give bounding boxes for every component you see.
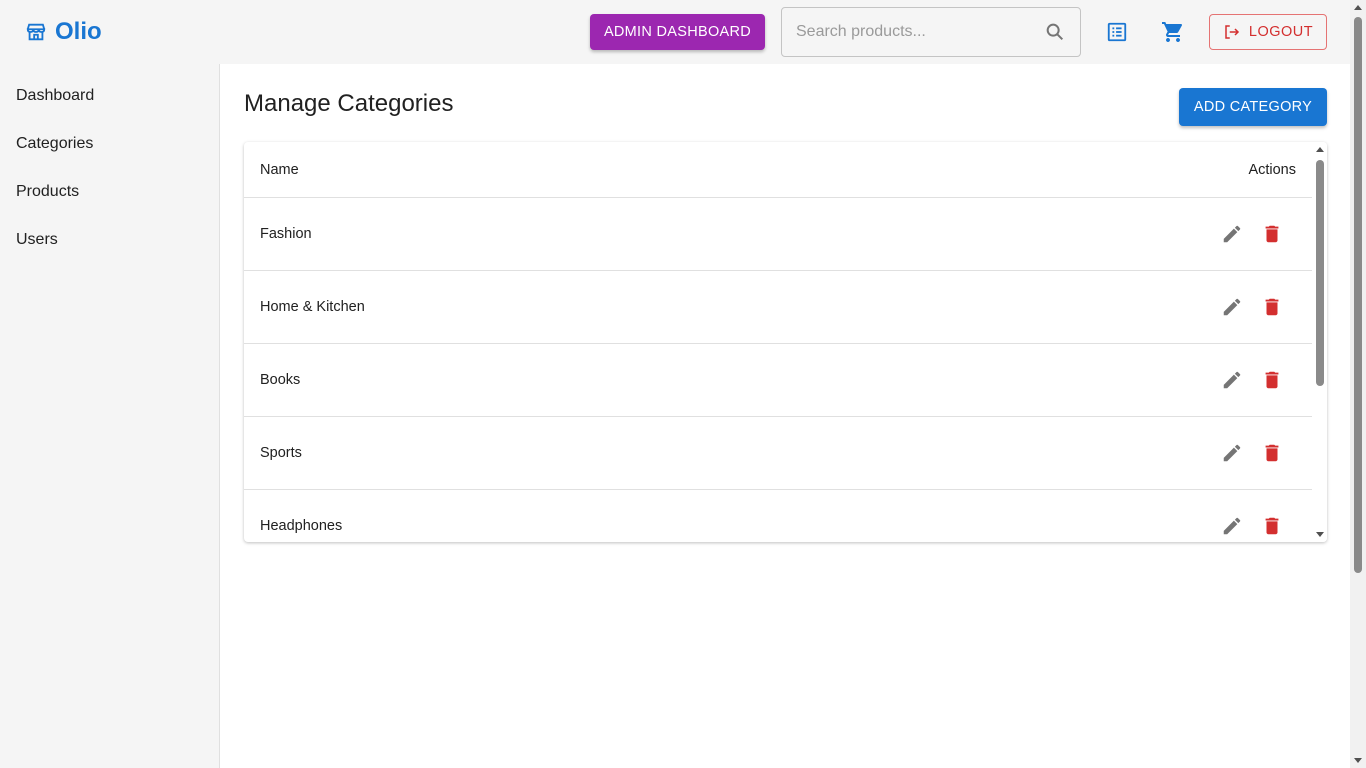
edit-icon[interactable]	[1218, 366, 1246, 394]
table-scrollbar-thumb[interactable]	[1316, 160, 1324, 386]
category-name: Fashion	[260, 226, 312, 242]
app-bar: Olio ADMIN DASHBOARD LOGOUT	[0, 0, 1350, 64]
logout-icon	[1225, 25, 1239, 39]
sidebar-item-products[interactable]: Products	[0, 168, 219, 216]
shopping-cart-icon[interactable]	[1159, 18, 1187, 46]
brand-logo[interactable]: Olio	[25, 17, 102, 47]
column-header-actions: Actions	[1248, 161, 1296, 178]
sidebar-item-users[interactable]: Users	[0, 216, 219, 264]
main-content: Manage Categories ADD CATEGORY Name Acti…	[220, 64, 1350, 768]
page-scrollbar[interactable]	[1350, 0, 1366, 768]
search-box	[781, 7, 1081, 57]
brand-name: Olio	[55, 18, 102, 45]
search-input[interactable]	[796, 23, 1044, 41]
sidebar-item-dashboard[interactable]: Dashboard	[0, 72, 219, 120]
table-body-scroll[interactable]: Name Actions Fashion Home & Kitchen Book…	[244, 142, 1312, 542]
add-category-button[interactable]: ADD CATEGORY	[1179, 88, 1327, 126]
edit-icon[interactable]	[1218, 439, 1246, 467]
sidebar-item-categories[interactable]: Categories	[0, 120, 219, 168]
delete-icon[interactable]	[1258, 293, 1286, 321]
table-header: Name Actions	[244, 142, 1312, 198]
page-scroll-up-arrow-icon[interactable]	[1354, 5, 1362, 10]
edit-icon[interactable]	[1218, 293, 1246, 321]
category-name: Books	[260, 372, 301, 388]
category-name: Home & Kitchen	[260, 299, 365, 315]
sidebar: Dashboard Categories Products Users	[0, 64, 220, 768]
scroll-down-arrow-icon[interactable]	[1316, 532, 1324, 537]
delete-icon[interactable]	[1258, 439, 1286, 467]
logout-button[interactable]: LOGOUT	[1209, 14, 1327, 50]
delete-icon[interactable]	[1258, 512, 1286, 540]
storefront-icon	[26, 23, 46, 41]
search-icon[interactable]	[1044, 21, 1066, 43]
page-title: Manage Categories	[244, 90, 454, 117]
table-row: Books	[244, 344, 1312, 417]
scroll-up-arrow-icon[interactable]	[1316, 147, 1324, 152]
category-name: Sports	[260, 445, 302, 461]
page-scroll-down-arrow-icon[interactable]	[1354, 758, 1362, 763]
categories-table: Name Actions Fashion Home & Kitchen Book…	[244, 142, 1327, 542]
edit-icon[interactable]	[1218, 220, 1246, 248]
table-row: Home & Kitchen	[244, 271, 1312, 344]
table-scrollbar[interactable]	[1312, 142, 1327, 542]
table-row: Sports	[244, 417, 1312, 490]
logout-label: LOGOUT	[1248, 24, 1314, 40]
delete-icon[interactable]	[1258, 220, 1286, 248]
delete-icon[interactable]	[1258, 366, 1286, 394]
table-row: Headphones	[244, 490, 1312, 542]
orders-list-icon[interactable]	[1103, 18, 1131, 46]
column-header-name: Name	[260, 161, 299, 178]
edit-icon[interactable]	[1218, 512, 1246, 540]
admin-dashboard-button[interactable]: ADMIN DASHBOARD	[590, 14, 765, 50]
category-name: Headphones	[260, 518, 343, 534]
table-row: Fashion	[244, 198, 1312, 271]
page-scrollbar-thumb[interactable]	[1354, 17, 1362, 573]
